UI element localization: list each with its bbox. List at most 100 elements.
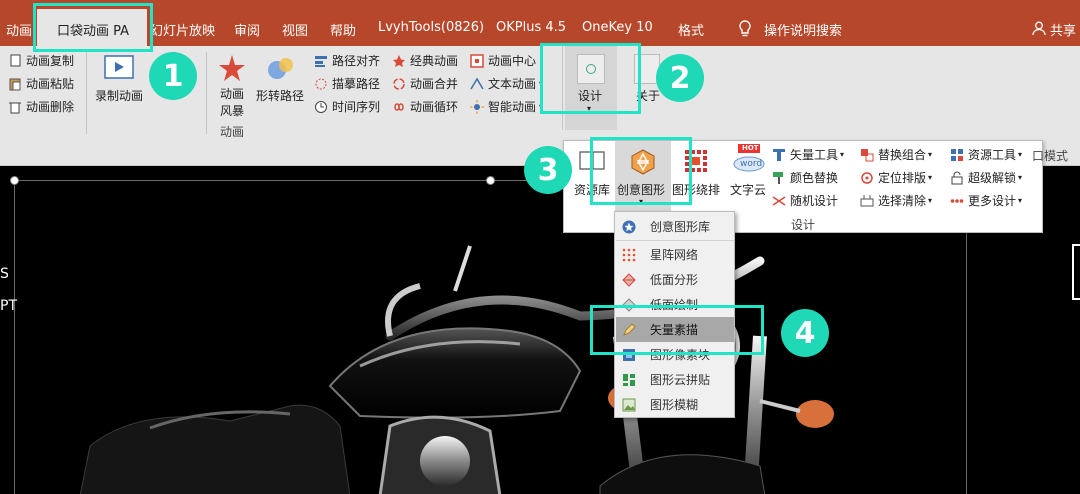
menu-divider [616,240,734,241]
morph-path-icon [266,56,296,85]
chevron-down-icon: ▾ [928,173,933,182]
loop-icon [392,100,406,114]
slide-edge-marker [1072,244,1080,300]
tab-onekey[interactable]: OneKey 10 [582,20,653,35]
copy-icon [8,54,22,68]
center-icon [470,53,484,68]
word-cloud-button[interactable]: HOT word 文字云 [728,143,776,207]
path-align-label: 路径对齐 [332,54,381,68]
resource-tools-label: 资源工具 [968,148,1017,162]
record-animation-label: 录制动画 [95,89,144,103]
chevron-down-icon: ▾ [1018,173,1023,182]
record-animation-button[interactable]: 录制动画 [95,87,143,104]
group-label-animation: 动画 [220,125,245,139]
tab-okplus[interactable]: OKPlus 4.5 [496,20,566,35]
super-unlock-label: 超级解锁 [968,171,1017,185]
design-group-label: 设计 [791,218,816,232]
dot-grid-icon [622,248,636,262]
morph-path-button[interactable]: 形转路径 [256,87,304,104]
lock-icon [950,171,964,185]
vector-tools-label: 矢量工具 [790,148,839,162]
image-icon [622,398,636,412]
window-mode-label: 口模式 [1032,149,1069,163]
random-design-button[interactable]: 随机设计 [772,192,838,209]
animation-copy-label: 动画复制 [26,54,75,68]
merge-icon [392,77,406,91]
trace-path-button[interactable]: 描摹路径 [314,75,380,92]
animation-storm-label-1: 动画 [220,87,245,101]
menu-item-graphic-blur[interactable]: 图形模糊 [616,392,734,417]
paint-roller-icon [772,171,786,185]
step-badge-4: 4 [781,309,829,357]
classic-animation-button[interactable]: 经典动画 [392,52,458,69]
hot-badge: HOT [742,144,759,152]
star-badge-icon [622,220,636,234]
slide-text-1: S [0,266,9,282]
locate-layout-button[interactable]: 定位排版 ▾ [860,169,932,186]
tab-view[interactable]: 视图 [282,20,308,39]
clock-icon [314,100,328,114]
color-replace-button[interactable]: 颜色替换 [772,169,838,186]
timeline-button[interactable]: 时间序列 [314,98,380,115]
smart-animation-button[interactable]: 智能动画 ▾ [470,98,543,115]
merge-animation-button[interactable]: 动画合并 [392,75,458,92]
tab-slideshow[interactable]: 幻灯片放映 [150,20,215,39]
resource-tools-button[interactable]: 资源工具 ▾ [950,146,1022,163]
animation-storm-label-2: 风暴 [220,104,245,118]
replace-icon [860,148,874,162]
animation-delete-label: 动画删除 [26,100,75,114]
slide-text-2: PT [0,298,17,314]
highlight-box-creative-graphics [590,137,692,205]
tab-help[interactable]: 帮助 [330,20,356,39]
target-icon [860,171,874,185]
word-cloud-icon: HOT word [732,143,766,176]
record-animation-icon [104,55,134,82]
animation-center-button[interactable]: 动画中心 [470,52,536,69]
lightbulb-icon [738,20,752,40]
step-badge-2: 2 [656,54,704,102]
animation-center-label: 动画中心 [488,54,537,68]
replace-combo-button[interactable]: 替换组合 ▾ [860,146,932,163]
random-design-label: 随机设计 [790,194,839,208]
tab-lvyhtools[interactable]: LvyhTools(0826) [378,20,484,35]
share-button[interactable]: 共享 [1050,20,1076,39]
align-icon [314,54,328,68]
super-unlock-button[interactable]: 超级解锁 ▾ [950,169,1022,186]
menu-item-label: 图形模糊 [650,398,699,412]
highlight-box-vector-sketch [590,305,764,355]
tell-me-search[interactable]: 操作说明搜索 [764,20,842,39]
menu-item-creative-library[interactable]: 创意图形库 [616,214,734,239]
text-animation-button[interactable]: 文本动画 ▾ [470,75,543,92]
more-dots-icon [950,194,964,208]
more-design-button[interactable]: 更多设计 ▾ [950,192,1022,209]
chevron-down-icon: ▾ [1018,196,1023,205]
trash-icon [8,100,22,114]
animation-copy-button[interactable]: 动画复制 [8,52,74,69]
menu-item-star-network[interactable]: 星阵网络 [616,242,734,267]
resize-handle[interactable] [10,176,19,185]
vector-tools-button[interactable]: 矢量工具 ▾ [772,146,844,163]
animation-paste-button[interactable]: 动画粘贴 [8,75,74,92]
classic-animation-label: 经典动画 [410,54,459,68]
chevron-down-icon: ▾ [840,150,845,159]
chevron-down-icon: ▾ [928,150,933,159]
merge-animation-label: 动画合并 [410,77,459,91]
step-badge-1: 1 [149,52,197,100]
tab-review[interactable]: 审阅 [234,20,260,39]
loop-animation-button[interactable]: 动画循环 [392,98,458,115]
paste-icon [8,77,22,91]
animation-delete-button[interactable]: 动画删除 [8,98,74,115]
menu-item-cloud-collage[interactable]: 图形云拼贴 [616,367,734,392]
path-align-button[interactable]: 路径对齐 [314,52,380,69]
morph-path-label: 形转路径 [256,89,305,103]
step-badge-3: 3 [524,146,572,194]
menu-item-lowpoly-fractal[interactable]: 低面分形 [616,267,734,292]
tab-format[interactable]: 格式 [678,20,704,39]
menu-item-label: 星阵网络 [650,248,699,262]
star-icon [392,54,406,68]
tab-animation[interactable]: 动画 [6,20,32,39]
select-clear-button[interactable]: 选择清除 ▾ [860,192,932,209]
share-user-icon [1032,21,1046,39]
animation-storm-button[interactable]: 动画 [220,85,244,102]
diamond-icon [622,272,636,287]
